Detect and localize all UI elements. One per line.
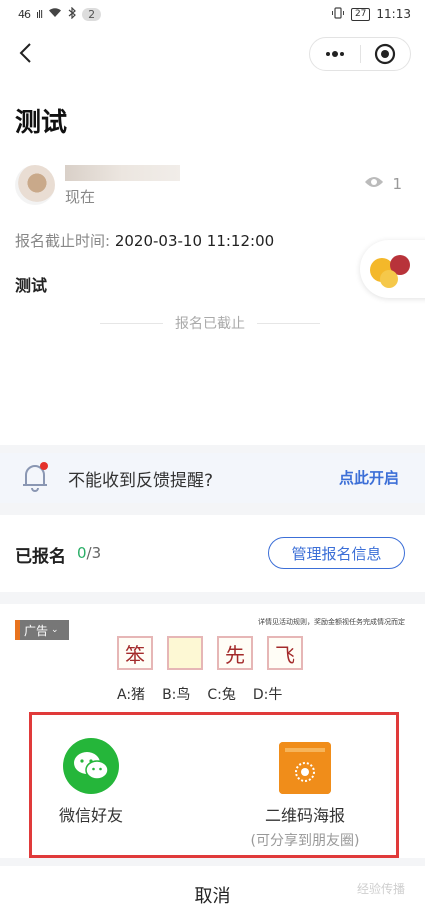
share-wechat-friend[interactable]: 微信好友 — [56, 738, 126, 826]
section-gap — [0, 858, 425, 866]
post-time: 现在 — [65, 188, 96, 206]
manage-signup-button[interactable]: 管理报名信息 — [268, 537, 405, 569]
status-bar: 46 ıll 2 27 11:13 — [0, 0, 425, 28]
ad-option[interactable]: C:兔 — [207, 684, 236, 704]
poster-icon — [279, 742, 331, 794]
bell-icon — [20, 461, 50, 493]
bluetooth-icon — [68, 6, 77, 22]
nav-bar — [0, 28, 425, 80]
emoji-icon — [380, 270, 398, 288]
battery-icon: 27 — [350, 7, 371, 21]
ad-option[interactable]: B:鸟 — [162, 684, 190, 704]
status-text: 报名已截止 — [175, 316, 245, 332]
wechat-share-label: 微信好友 — [58, 806, 123, 825]
ad-idiom-chars: 笨 先 飞 — [117, 636, 303, 670]
avatar[interactable] — [15, 165, 55, 205]
signal-icon: ıll — [36, 7, 43, 21]
view-count: 1 — [364, 175, 402, 193]
author-name-blurred — [65, 165, 180, 181]
floating-reaction-button[interactable] — [360, 240, 425, 298]
poster-share-sublabel: (可分享到朋友圈) — [250, 833, 360, 849]
notification-count-badge: 2 — [82, 7, 102, 21]
divider-line — [257, 322, 320, 324]
watermark: 经验传播 — [356, 882, 405, 896]
ad-badge[interactable]: 广告 ⌄ — [15, 620, 69, 640]
share-options: 微信好友 二维码海报 (可分享到朋友圈) — [0, 708, 425, 858]
signup-title: 已报名 — [15, 547, 66, 567]
clock: 11:13 — [376, 7, 411, 21]
author-row: 现在 1 — [15, 163, 410, 208]
network-type: 46 — [18, 7, 31, 21]
section-gap — [0, 445, 425, 453]
ad-banner[interactable]: 广告 ⌄ 详情见活动规则，奖励金额视任务完成情况而定 笨 先 飞 A:猪 B:鸟… — [15, 612, 407, 712]
ad-badge-label: 广告 — [24, 623, 49, 638]
deadline-label: 报名截止时间: — [15, 232, 111, 250]
signup-status: 报名已截止 — [100, 313, 320, 333]
target-circle-icon[interactable] — [361, 38, 411, 70]
signup-count: 0/3 — [77, 544, 101, 562]
view-count-value: 1 — [392, 175, 402, 193]
share-sheet: 微信好友 二维码海报 (可分享到朋友圈) 取消 经验传播 — [0, 708, 425, 924]
vibrate-icon — [331, 6, 345, 22]
deadline-value: 2020-03-10 11:12:00 — [114, 232, 275, 250]
idiom-char-blank — [167, 636, 203, 670]
idiom-char: 先 — [217, 636, 253, 670]
mini-program-capsule — [309, 37, 411, 71]
signup-count-current: 0 — [77, 544, 87, 562]
ad-options: A:猪 B:鸟 C:兔 D:牛 — [117, 684, 282, 704]
divider-line — [100, 322, 163, 324]
notice-text: 不能收到反馈提醒? — [68, 471, 214, 491]
wechat-icon — [63, 738, 119, 794]
idiom-char: 笨 — [117, 636, 153, 670]
ad-description: 详情见活动规则，奖励金额视任务完成情况而定 — [258, 618, 405, 626]
deadline-row: 报名截止时间: 2020-03-10 11:12:00 — [15, 230, 274, 251]
chevron-left-icon[interactable] — [10, 38, 40, 68]
poster-share-label: 二维码海报 — [264, 806, 345, 825]
section-gap — [0, 592, 425, 604]
wifi-icon — [48, 7, 62, 21]
chevron-down-icon: ⌄ — [51, 625, 59, 635]
idiom-char: 飞 — [267, 636, 303, 670]
event-description: 测试 — [15, 276, 48, 295]
signup-count-total: /3 — [86, 544, 102, 562]
section-gap — [0, 503, 425, 515]
page-title: 测试 — [15, 108, 68, 138]
eye-icon — [364, 175, 384, 193]
ad-option[interactable]: A:猪 — [117, 684, 145, 704]
signup-section: 已报名 0/3 管理报名信息 — [0, 530, 425, 580]
enable-notification-link[interactable]: 点此开启 — [339, 467, 399, 488]
share-qr-poster[interactable]: 二维码海报 (可分享到朋友圈) — [230, 742, 380, 850]
notification-banner: 不能收到反馈提醒? 点此开启 — [0, 453, 425, 503]
more-dots-icon[interactable] — [310, 38, 360, 70]
ad-option[interactable]: D:牛 — [253, 684, 283, 704]
